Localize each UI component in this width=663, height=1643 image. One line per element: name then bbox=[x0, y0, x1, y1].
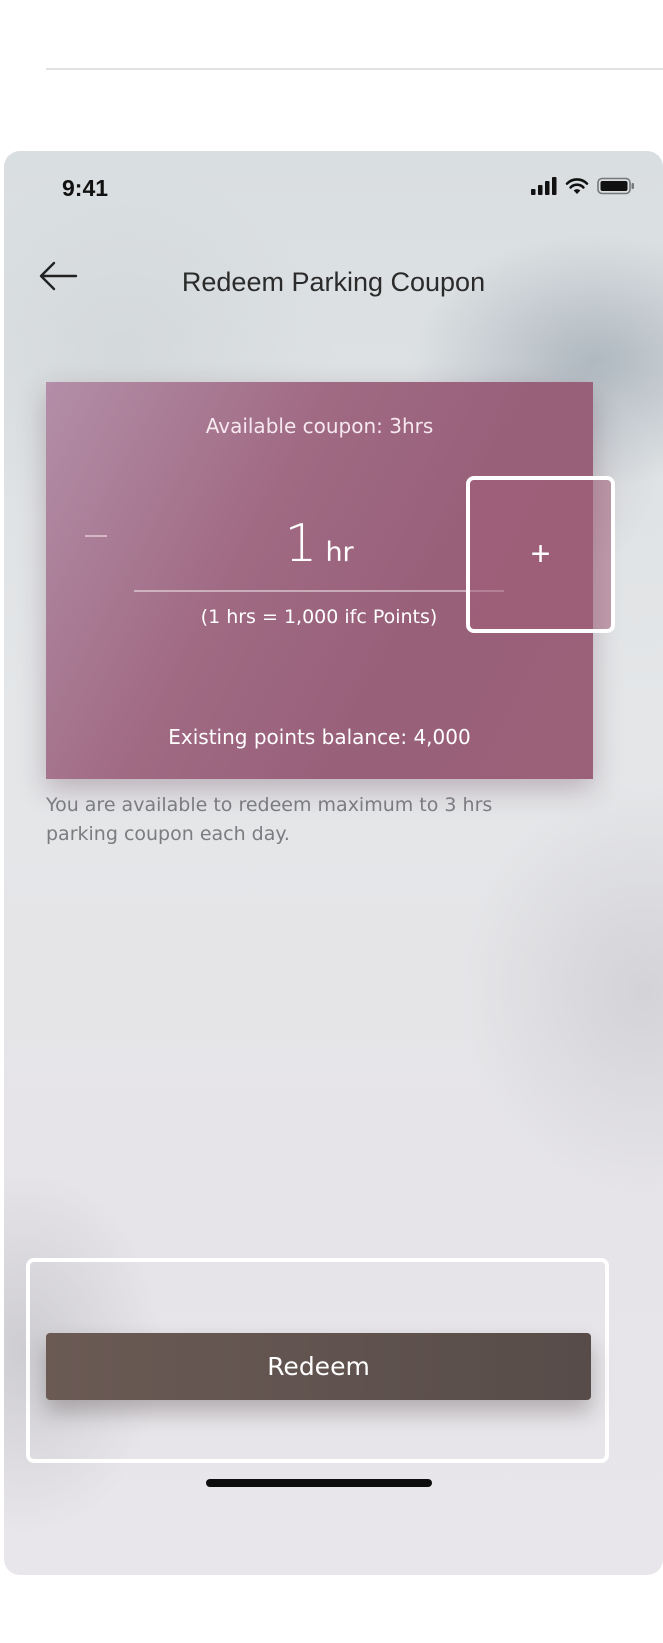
coupon-card: Available coupon: 3hrs 1 hr (1 hrs = 1,00… bbox=[46, 382, 615, 779]
wifi-icon bbox=[565, 178, 589, 194]
points-balance-text: Existing points balance: 4,000 bbox=[168, 725, 471, 749]
plus-icon: + bbox=[530, 535, 551, 573]
decrease-button[interactable] bbox=[66, 506, 126, 566]
increase-button[interactable]: + bbox=[466, 476, 615, 633]
home-indicator bbox=[206, 1479, 432, 1487]
minus-icon bbox=[85, 535, 107, 537]
phone-screen: 9:41 Redeem Parking Coupon Available cou… bbox=[4, 151, 663, 1575]
quantity-value: 1 bbox=[284, 514, 318, 574]
redeem-limit-note: You are available to redeem maximum to 3… bbox=[46, 794, 493, 845]
quantity-underline bbox=[134, 590, 504, 592]
status-icons bbox=[531, 177, 635, 195]
quantity-display: 1 hr bbox=[134, 514, 504, 574]
page-title: Redeem Parking Coupon bbox=[181, 267, 486, 297]
quantity-unit: hr bbox=[325, 537, 354, 568]
points-rate-text: (1 hrs = 1,000 ifc Points) bbox=[200, 606, 438, 628]
bottom-action-panel: Redeem bbox=[26, 1258, 609, 1463]
status-time: 9:41 bbox=[62, 175, 109, 201]
cellular-signal-icon bbox=[531, 177, 557, 195]
battery-icon bbox=[597, 177, 634, 195]
available-coupon-text: Available coupon: 3hrs bbox=[205, 414, 434, 438]
redeem-button[interactable]: Redeem bbox=[46, 1333, 591, 1400]
top-divider bbox=[46, 68, 663, 70]
